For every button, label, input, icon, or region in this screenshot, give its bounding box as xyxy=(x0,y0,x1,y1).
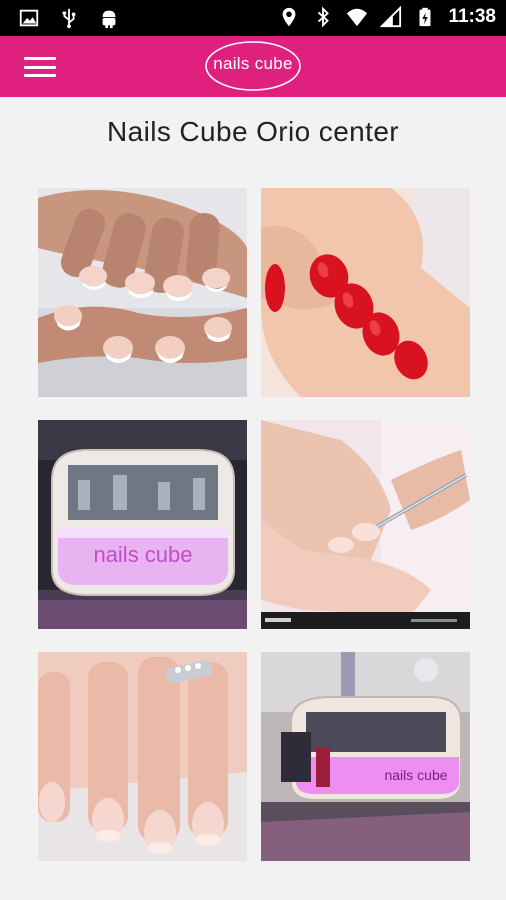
kiosk-sign-text: nails cube xyxy=(93,542,192,567)
natural-nails-ring-photo[interactable] xyxy=(38,652,247,861)
clock: 11:38 xyxy=(448,6,496,27)
image-icon xyxy=(19,9,39,27)
french-manicure-photo[interactable] xyxy=(38,188,247,397)
page-title: Nails Cube Orio center xyxy=(106,116,400,147)
battery-charging-icon xyxy=(419,7,431,27)
status-bar: 11:38 xyxy=(0,0,506,36)
hamburger-menu-icon[interactable] xyxy=(22,53,58,81)
nails-cube-logo: nails cube xyxy=(204,40,302,92)
logo-text: nails cube xyxy=(213,54,293,73)
app-bar: nails cube xyxy=(0,36,506,97)
wifi-icon xyxy=(347,8,368,27)
mall-kiosk-photo[interactable]: nails cube xyxy=(261,652,470,861)
usb-icon xyxy=(62,8,76,29)
android-icon xyxy=(102,10,116,29)
cuticle-care-photo[interactable] xyxy=(261,420,470,629)
location-icon xyxy=(283,7,296,27)
red-nail-polish-photo[interactable] xyxy=(261,188,470,397)
signal-icon xyxy=(380,6,402,28)
nails-cube-kiosk-photo[interactable]: nails cube xyxy=(38,420,247,629)
mall-kiosk-sign-text: nails cube xyxy=(384,767,447,783)
bluetooth-icon xyxy=(318,6,330,28)
